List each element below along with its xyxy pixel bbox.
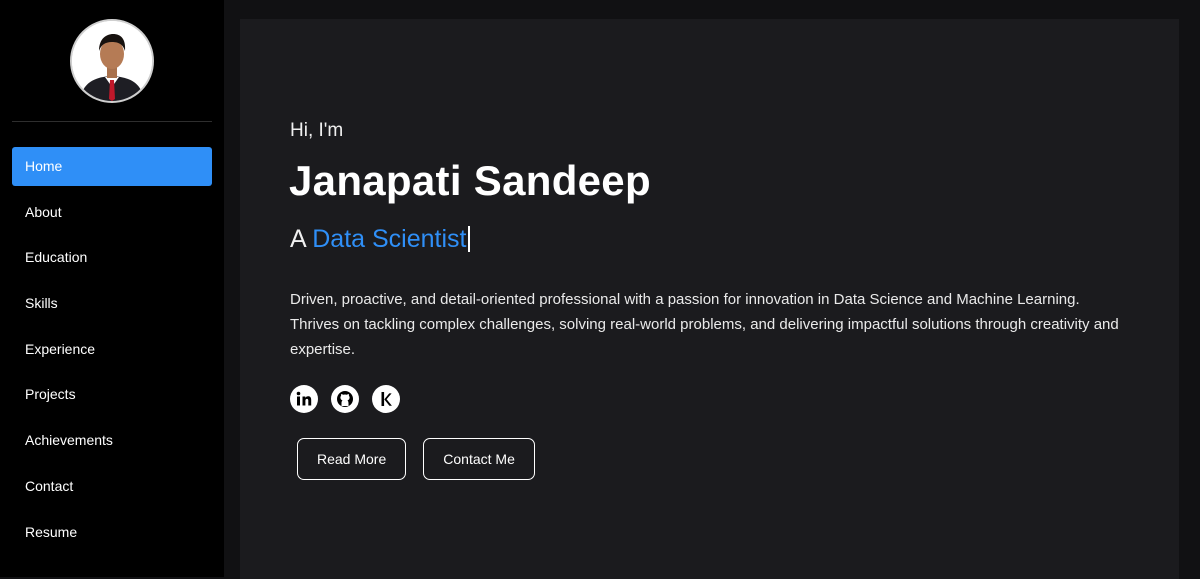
role-prefix: A <box>290 225 313 253</box>
sidebar-item-about[interactable]: About <box>12 193 212 232</box>
sidebar-item-home[interactable]: Home <box>12 147 212 186</box>
github-link[interactable] <box>331 385 359 413</box>
linkedin-link[interactable] <box>290 385 318 413</box>
page-title: Janapati Sandeep <box>289 157 651 204</box>
kaggle-icon <box>381 392 392 406</box>
github-icon <box>337 391 353 407</box>
sidebar-nav: Home About Education Skills Experience P… <box>12 147 212 558</box>
sidebar-divider <box>12 121 212 122</box>
sidebar-item-projects[interactable]: Projects <box>12 375 212 414</box>
kaggle-link[interactable] <box>372 385 400 413</box>
contact-me-button[interactable]: Contact Me <box>423 438 535 480</box>
typing-cursor <box>467 226 470 252</box>
linkedin-icon <box>296 391 312 406</box>
greeting-text: Hi, I'm <box>290 120 344 141</box>
sidebar-item-education[interactable]: Education <box>12 238 212 277</box>
social-links <box>290 385 400 413</box>
sidebar: Home About Education Skills Experience P… <box>0 0 224 577</box>
sidebar-item-achievements[interactable]: Achievements <box>12 421 212 460</box>
role-text: Data Scientist <box>312 225 467 253</box>
profile-photo <box>72 21 152 101</box>
bio-text: Driven, proactive, and detail-oriented p… <box>290 291 1119 358</box>
hero-section: Hi, I'm Janapati Sandeep A Data Scientis… <box>240 19 1179 579</box>
sidebar-item-experience[interactable]: Experience <box>12 330 212 369</box>
sidebar-item-skills[interactable]: Skills <box>12 284 212 323</box>
read-more-button[interactable]: Read More <box>297 438 407 480</box>
role-line: A Data Scientist <box>290 225 470 254</box>
sidebar-item-contact[interactable]: Contact <box>12 467 212 506</box>
avatar[interactable] <box>70 19 154 103</box>
sidebar-item-resume[interactable]: Resume <box>12 513 212 552</box>
hero-buttons: Read More Contact Me <box>297 438 535 480</box>
